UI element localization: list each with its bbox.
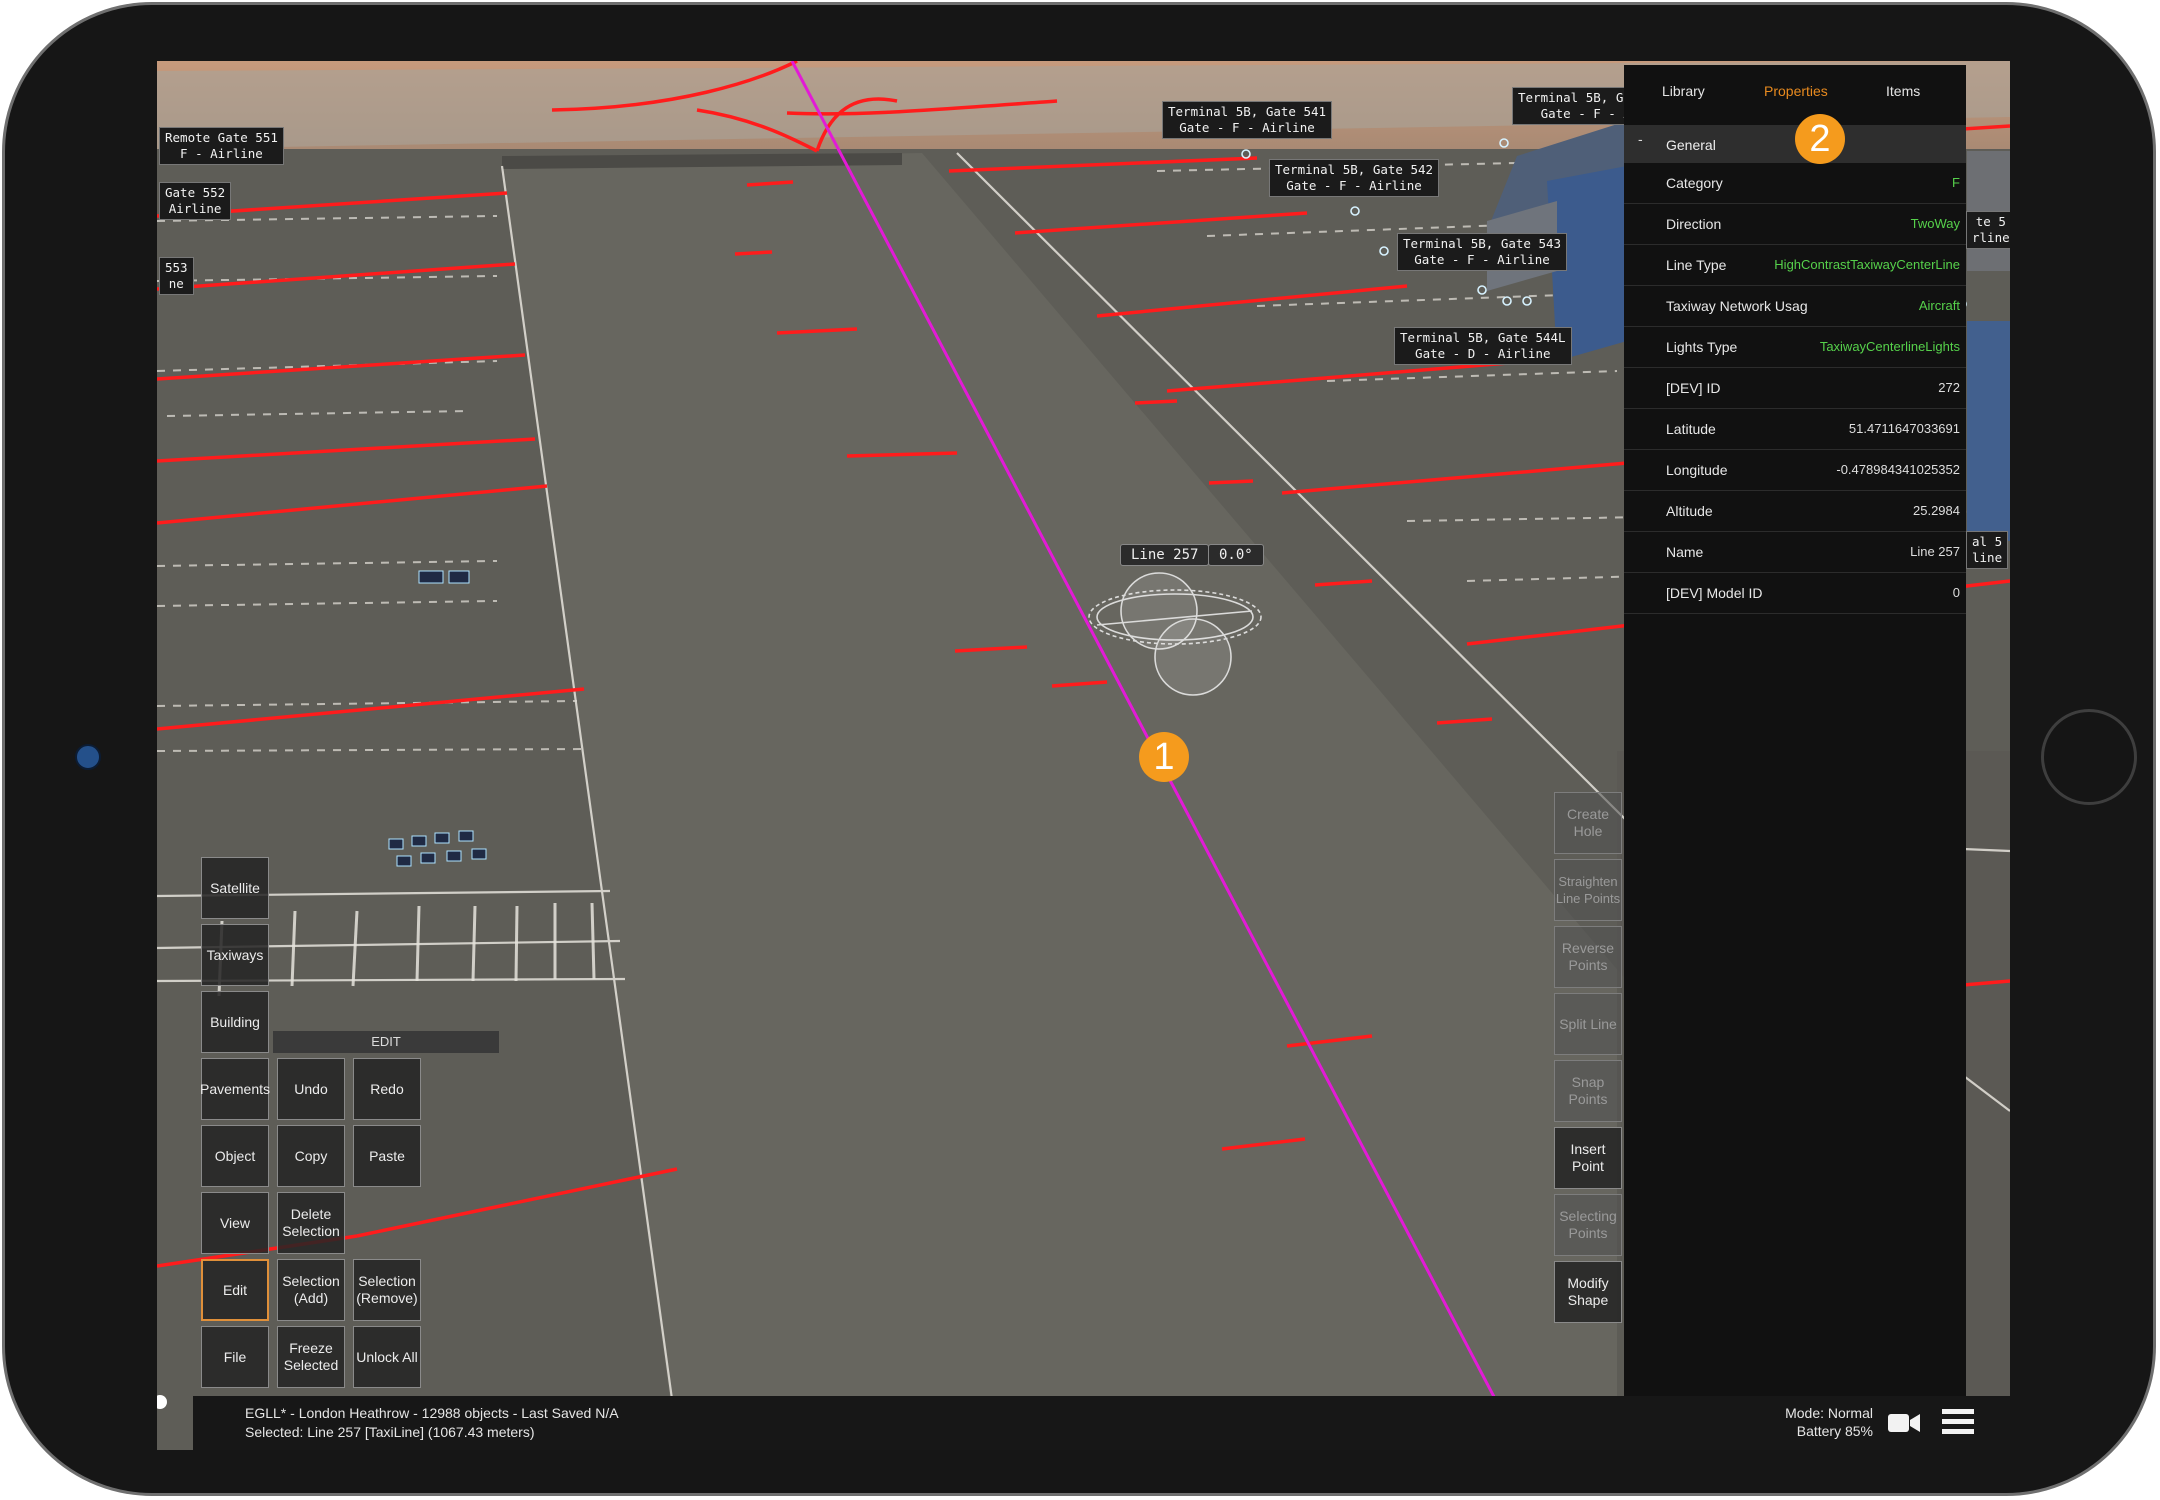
gate-label: te 5 rline	[1966, 211, 2010, 249]
tab-library[interactable]: Library	[1662, 83, 1705, 99]
property-row-direction[interactable]: Direction TwoWay	[1624, 204, 1966, 245]
paste-button[interactable]: Paste	[353, 1125, 421, 1187]
property-key: Longitude	[1666, 462, 1728, 478]
straighten-line-points-button[interactable]: Straighten Line Points	[1554, 859, 1622, 921]
tablet-frame: Remote Gate 551 F - Airline Gate 552 Air…	[2, 2, 2156, 1496]
battery-text: Battery 85%	[1796, 1423, 1873, 1439]
property-key: Lights Type	[1666, 339, 1738, 355]
property-row-dev-model-id[interactable]: [DEV] Model ID 0	[1624, 573, 1966, 614]
property-row-category[interactable]: Category F	[1624, 163, 1966, 204]
gate-label: Remote Gate 551 F - Airline	[159, 127, 284, 165]
selection-remove-button[interactable]: Selection (Remove)	[353, 1259, 421, 1321]
home-button[interactable]	[2041, 709, 2137, 805]
file-button[interactable]: File	[201, 1326, 269, 1388]
property-key: Taxiway Network Usag	[1666, 298, 1808, 314]
property-value[interactable]: 51.4711647033691	[1849, 421, 1960, 436]
panel-tabs: Library Properties Items	[1624, 65, 1966, 125]
property-row-dev-id[interactable]: [DEV] ID 272	[1624, 368, 1966, 409]
property-value[interactable]: 0	[1953, 585, 1960, 600]
unlock-all-button[interactable]: Unlock All	[353, 1326, 421, 1388]
status-bar: EGLL* - London Heathrow - 12988 objects …	[193, 1396, 2010, 1450]
property-key: Altitude	[1666, 503, 1713, 519]
selection-name-badge: Line 257	[1120, 544, 1210, 566]
gate-label: al 5 line	[1966, 531, 2009, 569]
freeze-selected-button[interactable]: Freeze Selected	[277, 1326, 345, 1388]
tab-properties[interactable]: Properties	[1764, 83, 1828, 99]
gate-label: 553 ne	[159, 257, 194, 295]
undo-button[interactable]: Undo	[277, 1058, 345, 1120]
callout-marker-2: 2	[1795, 114, 1845, 164]
property-key: Latitude	[1666, 421, 1716, 437]
redo-button[interactable]: Redo	[353, 1058, 421, 1120]
property-key: [DEV] Model ID	[1666, 585, 1763, 601]
create-hole-button[interactable]: Create Hole	[1554, 792, 1622, 854]
property-key: Category	[1666, 175, 1723, 191]
selecting-points-button[interactable]: Selecting Points	[1554, 1194, 1622, 1256]
hamburger-menu-icon[interactable]	[1942, 1408, 1974, 1436]
gate-label: Terminal 5B, Gate 543 Gate - F - Airline	[1397, 233, 1568, 271]
split-line-button[interactable]: Split Line	[1554, 993, 1622, 1055]
property-row-line-type[interactable]: Line Type HighContrastTaxiwayCenterLine	[1624, 245, 1966, 286]
copy-button[interactable]: Copy	[277, 1125, 345, 1187]
property-value[interactable]: 25.2984	[1913, 503, 1960, 518]
gate-label: Terminal 5B, Gate 542 Gate - F - Airline	[1269, 159, 1440, 197]
gate-label: Terminal 5B, Gate 544L Gate - D - Airlin…	[1394, 327, 1572, 365]
edit-button[interactable]: Edit	[201, 1259, 269, 1321]
selection-angle-badge: 0.0°	[1208, 544, 1264, 566]
property-row-lights-type[interactable]: Lights Type TaxiwayCenterlineLights	[1624, 327, 1966, 368]
section-title: General	[1666, 137, 1716, 153]
property-row-name[interactable]: Name Line 257	[1624, 532, 1966, 573]
property-row-altitude[interactable]: Altitude 25.2984	[1624, 491, 1966, 532]
status-selection-info: Selected: Line 257 [TaxiLine] (1067.43 m…	[245, 1424, 535, 1440]
property-value[interactable]: HighContrastTaxiwayCenterLine	[1774, 257, 1960, 272]
property-value[interactable]: -0.478984341025352	[1836, 462, 1960, 477]
modify-shape-button[interactable]: Modify Shape	[1554, 1261, 1622, 1323]
callout-marker-1: 1	[1139, 732, 1189, 782]
property-value[interactable]: Line 257	[1910, 544, 1960, 559]
collapse-toggle[interactable]: -	[1638, 131, 1643, 147]
taxiways-button[interactable]: Taxiways	[201, 924, 269, 986]
property-row-longitude[interactable]: Longitude -0.478984341025352	[1624, 450, 1966, 491]
edit-group-header: EDIT	[273, 1031, 499, 1053]
pavements-button[interactable]: Pavements	[200, 1058, 270, 1120]
properties-panel: Library Properties Items - General Categ…	[1624, 65, 1966, 1398]
gate-label: Terminal 5B, Gate 541 Gate - F - Airline	[1162, 101, 1333, 139]
property-value[interactable]: TwoWay	[1911, 216, 1960, 231]
video-camera-icon[interactable]	[1888, 1412, 1920, 1434]
front-camera	[75, 744, 101, 770]
property-value[interactable]: Aircraft	[1919, 298, 1960, 313]
property-key: Name	[1666, 544, 1704, 560]
property-row-taxiway-network-usage[interactable]: Taxiway Network Usag Aircraft	[1624, 286, 1966, 327]
mode-indicator: Mode: Normal Battery 85%	[1785, 1404, 1873, 1440]
gate-label: Gate 552 Airline	[159, 182, 232, 220]
app-screen: Remote Gate 551 F - Airline Gate 552 Air…	[157, 61, 2010, 1450]
property-key: Direction	[1666, 216, 1722, 232]
insert-point-button[interactable]: Insert Point	[1554, 1127, 1622, 1189]
view-button[interactable]: View	[201, 1192, 269, 1254]
property-value[interactable]: 272	[1938, 380, 1960, 395]
reverse-points-button[interactable]: Reverse Points	[1554, 926, 1622, 988]
building-button[interactable]: Building	[201, 991, 269, 1053]
property-value[interactable]: F	[1952, 175, 1960, 190]
property-list: Category F Direction TwoWay Line Type HighC…	[1624, 163, 1966, 614]
property-value[interactable]: TaxiwayCenterlineLights	[1820, 339, 1960, 354]
delete-selection-button[interactable]: Delete Selection	[277, 1192, 345, 1254]
satellite-button[interactable]: Satellite	[201, 857, 269, 919]
mode-text: Mode: Normal	[1785, 1405, 1873, 1421]
tab-items[interactable]: Items	[1886, 83, 1920, 99]
property-key: [DEV] ID	[1666, 380, 1721, 396]
snap-points-button[interactable]: Snap Points	[1554, 1060, 1622, 1122]
status-file-info: EGLL* - London Heathrow - 12988 objects …	[245, 1405, 619, 1421]
selection-add-button[interactable]: Selection (Add)	[277, 1259, 345, 1321]
object-button[interactable]: Object	[201, 1125, 269, 1187]
property-row-latitude[interactable]: Latitude 51.4711647033691	[1624, 409, 1966, 450]
